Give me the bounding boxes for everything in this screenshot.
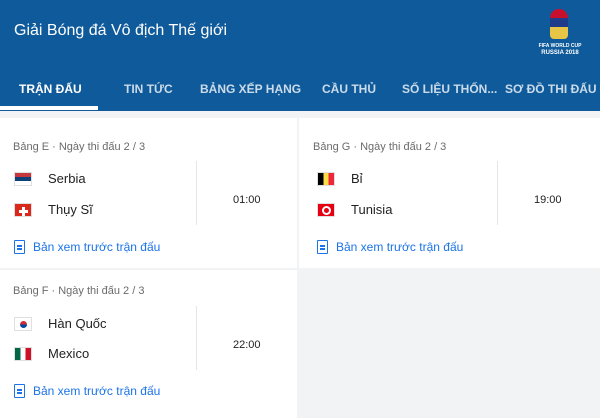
document-icon: [317, 240, 328, 254]
match-time: 22:00: [233, 339, 261, 351]
match-preview-label: Bản xem trước trận đấu: [336, 240, 464, 254]
match-time: 19:00: [534, 194, 562, 206]
document-icon: [14, 384, 25, 398]
tab-players[interactable]: CẦU THỦ: [322, 66, 376, 111]
team-name: Bỉ: [351, 171, 363, 186]
active-tab-indicator: [0, 106, 98, 110]
divider: [196, 161, 197, 225]
logo-text-bottom: RUSSIA 2018: [541, 50, 579, 56]
serbia-flag-icon: [14, 172, 32, 186]
trophy-icon: [550, 9, 568, 39]
match-preview-label: Bản xem trước trận đấu: [33, 240, 161, 254]
group-label: Bảng E · Ngày thi đấu 2 / 3: [13, 141, 146, 153]
tunisia-flag-icon: [317, 203, 335, 217]
team-name: Mexico: [48, 346, 90, 361]
tab-stats[interactable]: SỐ LIỆU THỐN...: [402, 66, 497, 111]
match-preview-label: Bản xem trước trận đấu: [33, 384, 161, 398]
world-cup-logo: FIFA WORLD CUP RUSSIA 2018: [536, 7, 584, 62]
divider: [497, 161, 498, 225]
group-label: Bảng F · Ngày thi đấu 2 / 3: [13, 285, 145, 297]
group-label: Bảng G · Ngày thi đấu 2 / 3: [313, 141, 447, 153]
team-name: Tunisia: [351, 202, 393, 217]
match-card[interactable]: Bảng E · Ngày thi đấu 2 / 3 Serbia Thụy …: [0, 118, 297, 268]
match-list: Bảng E · Ngày thi đấu 2 / 3 Serbia Thụy …: [0, 111, 600, 418]
south-korea-flag-icon: [14, 317, 32, 331]
switzerland-flag-icon: [14, 203, 32, 217]
team-name: Hàn Quốc: [48, 316, 107, 331]
match-card[interactable]: Bảng F · Ngày thi đấu 2 / 3 Hàn Quốc Mex…: [0, 270, 297, 418]
tab-standings[interactable]: BẢNG XẾP HẠNG: [200, 66, 301, 111]
page-title: Giải Bóng đá Vô địch Thế giới: [14, 22, 227, 39]
match-time: 01:00: [233, 194, 261, 206]
team-name: Thụy Sĩ: [48, 202, 93, 217]
team-name: Serbia: [48, 171, 86, 186]
tab-bracket[interactable]: SƠ ĐỒ THI ĐẤU: [505, 66, 597, 111]
app-header: Giải Bóng đá Vô địch Thế giới FIFA WORLD…: [0, 0, 600, 111]
tab-matches[interactable]: TRẬN ĐẤU: [19, 66, 82, 111]
divider: [196, 306, 197, 370]
document-icon: [14, 240, 25, 254]
belgium-flag-icon: [317, 172, 335, 186]
logo-text-top: FIFA WORLD CUP: [538, 43, 582, 49]
mexico-flag-icon: [14, 347, 32, 361]
match-card[interactable]: Bảng G · Ngày thi đấu 2 / 3 Bỉ Tunisia 1…: [299, 118, 600, 268]
tab-news[interactable]: TIN TỨC: [124, 66, 173, 111]
tab-bar: TRẬN ĐẤU TIN TỨC BẢNG XẾP HẠNG CẦU THỦ S…: [0, 66, 600, 111]
